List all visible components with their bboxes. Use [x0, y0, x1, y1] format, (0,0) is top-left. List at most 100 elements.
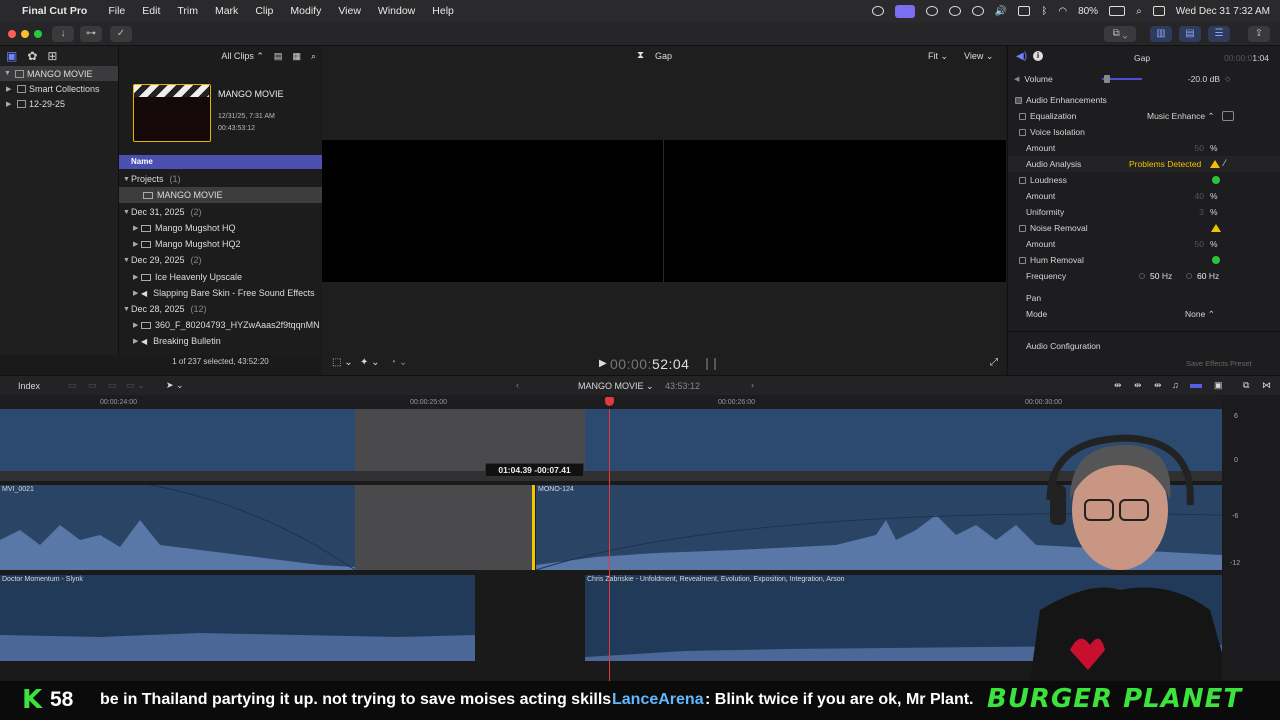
- pan-mode-dropdown[interactable]: None ⌃: [1185, 309, 1215, 320]
- library-item-event[interactable]: ▶ 12-29-25: [0, 96, 118, 111]
- browser-clip-row[interactable]: ▶ Ice Heavenly Upscale: [119, 269, 322, 285]
- project-thumbnail[interactable]: [133, 84, 211, 142]
- view-options-dropdown[interactable]: View ⌄: [964, 51, 993, 62]
- magic-wand-icon[interactable]: ⁄: [1224, 158, 1226, 168]
- chrome-icon[interactable]: [871, 6, 884, 16]
- menu-view[interactable]: View: [338, 5, 361, 17]
- enhance-tool-icon[interactable]: ✦ ⌄: [360, 357, 380, 368]
- menu-edit[interactable]: Edit: [142, 5, 160, 17]
- menu-trim[interactable]: Trim: [177, 5, 198, 17]
- back-arrow-icon[interactable]: ‹: [516, 380, 519, 390]
- menu-help[interactable]: Help: [432, 5, 454, 17]
- insert-clip-icon[interactable]: ▭: [88, 380, 97, 391]
- disclosure-open-icon[interactable]: ▼: [4, 70, 12, 77]
- forward-arrow-icon[interactable]: ›: [751, 380, 754, 390]
- loudness-checkbox[interactable]: [1019, 176, 1026, 184]
- share-button[interactable]: ⇪: [1248, 26, 1270, 42]
- noise-removal-checkbox[interactable]: [1019, 224, 1026, 232]
- library-item-smart-collections[interactable]: ▶ Smart Collections: [0, 81, 118, 96]
- library-item-mango-movie[interactable]: ▼ MANGO MOVIE: [0, 66, 118, 81]
- disclosure-closed-icon[interactable]: ▶: [133, 337, 141, 345]
- background-tasks-button[interactable]: ✓: [110, 26, 132, 42]
- volume-slider-knob[interactable]: [1104, 75, 1110, 83]
- menu-modify[interactable]: Modify: [290, 5, 321, 17]
- hum-removal-checkbox[interactable]: [1019, 256, 1026, 264]
- audio-clip-mvi-0021[interactable]: MVI_0021: [0, 485, 355, 570]
- keyframe-icon[interactable]: ◇: [1225, 75, 1230, 83]
- menu-window[interactable]: Window: [378, 5, 415, 17]
- search-icon[interactable]: ⌕: [311, 51, 316, 62]
- playhead-marker[interactable]: [605, 397, 614, 406]
- video-clip-top-left[interactable]: [0, 409, 355, 471]
- project-name-dropdown[interactable]: MANGO MOVIE ⌄: [578, 381, 654, 392]
- name-column-header[interactable]: Name: [119, 155, 322, 169]
- browser-clip-row[interactable]: ▶ Mango Mugshot HQ2: [119, 236, 322, 252]
- volume-value[interactable]: -20.0 dB: [1168, 74, 1220, 84]
- volume-icon[interactable]: 🔊: [995, 6, 1007, 17]
- disclosure-closed-icon[interactable]: ▶: [133, 273, 141, 281]
- browser-clip-row[interactable]: ▶ Mango Mugshot HQ: [119, 220, 322, 236]
- minimize-window-button[interactable]: [21, 30, 29, 38]
- clip-filter-dropdown[interactable]: All Clips ⌃: [221, 51, 264, 62]
- freq-60-option[interactable]: 60 Hz: [1197, 271, 1219, 281]
- browser-group-row[interactable]: ▼ Dec 31, 2025 (2): [119, 204, 322, 220]
- overwrite-clip-icon[interactable]: ▭ ⌄: [126, 380, 145, 391]
- keywords-button[interactable]: ⊶: [80, 26, 102, 42]
- voice-isolation-checkbox[interactable]: [1019, 128, 1026, 136]
- connect-clip-icon[interactable]: ▭: [68, 380, 77, 391]
- battery-icon[interactable]: [1109, 6, 1126, 16]
- bluetooth-icon[interactable]: ᛒ: [1041, 6, 1047, 17]
- enhancements-checkbox[interactable]: [1015, 96, 1022, 104]
- timecode-display[interactable]: 00:00:52:04: [610, 356, 689, 372]
- browser-group-row[interactable]: ▼ Dec 29, 2025 (2): [119, 252, 322, 268]
- app-icon[interactable]: [948, 6, 961, 16]
- radio-50hz[interactable]: [1139, 273, 1145, 279]
- search-icon[interactable]: ⌕: [1136, 6, 1142, 17]
- music-clip-doctor-momentum[interactable]: Doctor Momentum - Slynk: [0, 575, 475, 661]
- clock[interactable]: Wed Dec 31 7:32 AM: [1176, 6, 1270, 17]
- viewer-canvas[interactable]: [322, 140, 1006, 282]
- disclosure-closed-icon[interactable]: ▶: [6, 100, 14, 108]
- disclosure-open-icon[interactable]: ▼: [123, 257, 131, 264]
- disclosure-open-icon[interactable]: ▼: [123, 176, 131, 183]
- zoom-fit-dropdown[interactable]: Fit ⌄: [928, 51, 948, 62]
- play-button[interactable]: ▶: [599, 358, 607, 369]
- show-inspector-button[interactable]: ☰: [1208, 26, 1230, 42]
- disclosure-closed-icon[interactable]: ▶: [133, 240, 141, 248]
- audio-skimming-icon[interactable]: ⇹: [1154, 380, 1162, 391]
- libraries-icon[interactable]: ▣: [6, 49, 17, 63]
- show-browser-button[interactable]: ▥: [1150, 26, 1172, 42]
- eq-dropdown[interactable]: Music Enhance ⌃: [1147, 111, 1215, 122]
- clip-appearance-icon[interactable]: ▤: [274, 51, 283, 62]
- control-center-icon[interactable]: [1152, 6, 1165, 16]
- menu-mark[interactable]: Mark: [215, 5, 238, 17]
- audio-inspector-icon[interactable]: ◀): [1016, 51, 1027, 62]
- retime-icon[interactable]: ◔ ⌄: [390, 357, 407, 368]
- disclosure-closed-icon[interactable]: ▶: [133, 321, 141, 329]
- vi-amount-value[interactable]: 50: [1182, 143, 1204, 153]
- list-view-icon[interactable]: ▦: [292, 51, 301, 62]
- effects-browser-icon[interactable]: ⧉: [1243, 380, 1249, 391]
- show-timeline-button[interactable]: ▤: [1179, 26, 1201, 42]
- timeline[interactable]: MVI_0021 01:04.39 -00:07.41 MONO-124 Doc…: [0, 409, 1230, 681]
- trim-handle[interactable]: [532, 485, 535, 570]
- browser-project-row[interactable]: MANGO MOVIE: [119, 187, 322, 203]
- browser-group-row[interactable]: ▼ Projects (1): [119, 171, 322, 187]
- browser-group-row[interactable]: ▼ Dec 28, 2025 (12): [119, 301, 322, 317]
- info-icon[interactable]: i: [1033, 51, 1043, 61]
- screen-record-icon[interactable]: [894, 4, 915, 18]
- import-button[interactable]: ↓: [52, 26, 74, 42]
- fullscreen-icon[interactable]: ⤢: [990, 357, 998, 368]
- skimming-icon[interactable]: ⇹: [1134, 380, 1142, 391]
- append-clip-icon[interactable]: ▭: [108, 380, 117, 391]
- radio-60hz[interactable]: [1186, 273, 1192, 279]
- play-icon[interactable]: [971, 6, 984, 16]
- transform-tool-icon[interactable]: ⬚ ⌄: [332, 357, 353, 368]
- freq-50-option[interactable]: 50 Hz: [1150, 271, 1172, 281]
- disclosure-closed-icon[interactable]: ▶: [133, 289, 141, 297]
- disclosure-open-icon[interactable]: ▼: [123, 306, 131, 313]
- titles-generators-icon[interactable]: ⊞: [47, 49, 57, 63]
- gap-clip[interactable]: [355, 409, 585, 471]
- save-effects-preset-button[interactable]: Save Effects Preset: [1186, 359, 1252, 368]
- browser-clip-row[interactable]: ▶ ◀ Breaking Bulletin: [119, 333, 322, 349]
